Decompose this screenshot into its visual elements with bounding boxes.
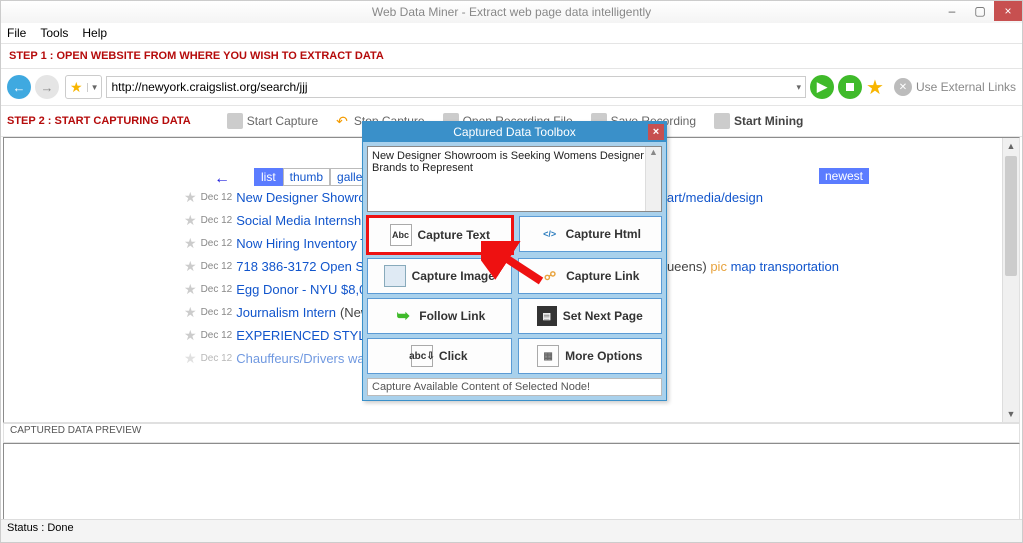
textarea-scrollbar[interactable]: ▲ [645,147,661,211]
page-icon: ▤ [537,306,557,326]
menu-bar: File Tools Help [1,23,1022,44]
vertical-scrollbar[interactable]: ▲ ▼ [1002,138,1019,422]
app-window: Web Data Miner - Extract web page data i… [0,0,1023,543]
stop-button[interactable] [838,75,862,99]
tab-list[interactable]: list [254,168,283,186]
captured-data-preview-header: CAPTURED DATA PREVIEW [3,423,1020,443]
nav-bar: ← → ★ ▼ http://newyork.craigslist.org/se… [1,69,1022,106]
menu-help[interactable]: Help [82,26,107,40]
back-button[interactable]: ← [7,75,31,99]
popup-status: Capture Available Content of Selected No… [367,378,662,396]
star-icon: ★ [184,258,197,275]
more-icon: ▦ [537,345,559,367]
more-options-button[interactable]: ▦More Options [518,338,663,374]
favorite-star-icon[interactable]: ★ [866,75,884,100]
back-arrow-link[interactable]: ← [214,170,230,188]
status-bar: Status : Done [1,519,1022,542]
star-icon: ★ [184,212,197,229]
go-button[interactable]: ▶ [810,75,834,99]
annotation-arrow-icon [481,241,551,291]
title-bar: Web Data Miner - Extract web page data i… [1,1,1022,23]
app-title: Web Data Miner - Extract web page data i… [372,5,651,19]
scrollbar-down-icon[interactable]: ▼ [1003,406,1019,422]
url-dropdown-icon[interactable]: ▾ [796,82,801,93]
popup-title-bar[interactable]: Captured Data Toolbox × [363,122,666,142]
forward-button[interactable]: → [35,75,59,99]
star-icon: ★ [184,304,197,321]
chevron-down-icon: ▼ [87,83,102,92]
undo-arrow-icon: ↶ [336,113,348,130]
star-icon: ★ [184,235,197,252]
scrollbar-up-icon[interactable]: ▲ [1003,138,1019,154]
image-icon [384,265,406,287]
star-icon: ★ [184,189,197,206]
star-icon: ★ [184,350,197,367]
mining-icon [714,113,730,129]
captured-data-preview [3,443,1020,523]
url-input[interactable]: http://newyork.craigslist.org/search/jjj… [106,76,806,98]
step1-label: STEP 1 : OPEN WEBSITE FROM WHERE YOU WIS… [1,44,1022,69]
tab-thumb[interactable]: thumb [283,168,330,186]
minimize-button[interactable]: – [938,1,966,21]
cursor-icon: abc⇩ [411,345,433,367]
start-capture-button[interactable]: Start Capture [221,111,324,131]
favorites-button[interactable]: ★ ▼ [65,75,102,99]
menu-tools[interactable]: Tools [40,26,68,40]
sort-newest[interactable]: newest [819,168,869,184]
close-button[interactable]: × [994,1,1022,21]
url-text: http://newyork.craigslist.org/search/jjj [111,80,307,94]
follow-arrow-icon: ➥ [393,306,413,326]
popup-close-button[interactable]: × [648,124,664,140]
start-mining-button[interactable]: Start Mining [708,111,809,131]
step2-label: STEP 2 : START CAPTURING DATA [7,115,191,127]
star-icon: ★ [184,327,197,344]
capture-icon [227,113,243,129]
click-button[interactable]: abc⇩Click [367,338,512,374]
follow-link-button[interactable]: ➥Follow Link [367,298,512,334]
use-external-links[interactable]: ✕ Use External Links [894,78,1016,96]
menu-file[interactable]: File [7,26,26,40]
star-icon: ★ [184,281,197,298]
captured-text-area[interactable]: New Designer Showroom is Seeking Womens … [367,146,662,212]
maximize-button[interactable]: ▢ [966,1,994,21]
scrollbar-thumb[interactable] [1005,156,1017,276]
star-icon: ★ [66,79,87,96]
ext-links-label: Use External Links [916,80,1016,94]
globe-icon: ✕ [894,78,912,96]
set-next-page-button[interactable]: ▤Set Next Page [518,298,663,334]
popup-title: Captured Data Toolbox [453,125,576,139]
abc-icon: Abc [390,224,412,246]
